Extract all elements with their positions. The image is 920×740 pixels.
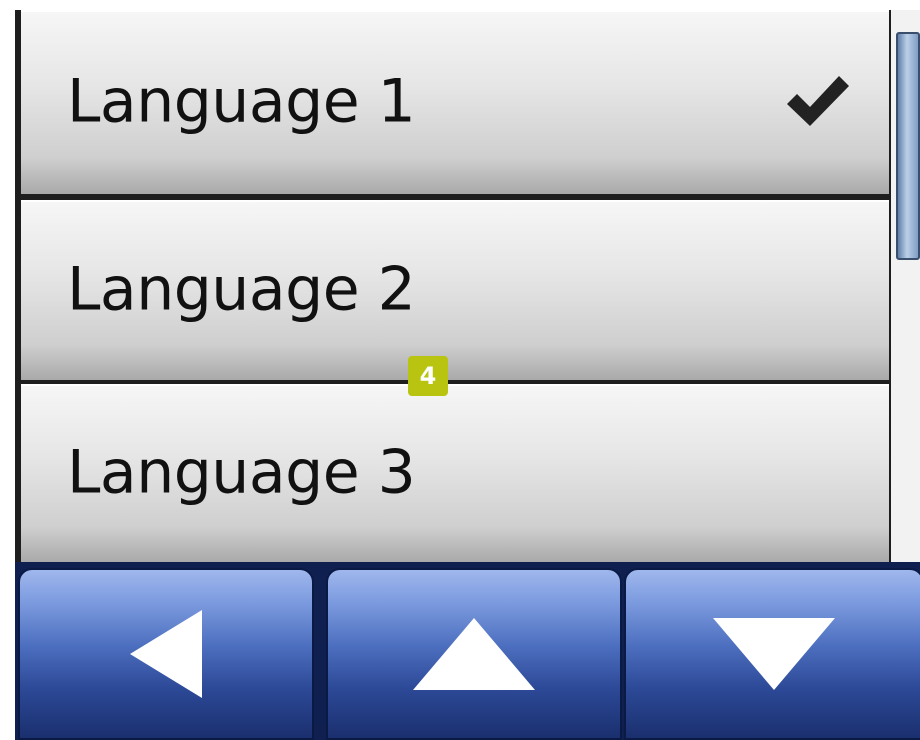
down-button[interactable] [624, 568, 920, 740]
language-item-2[interactable]: Language 2 [21, 200, 889, 380]
scrollbar[interactable] [891, 10, 920, 562]
language-list: Language 1 Language 2 Language 3 [15, 10, 891, 562]
navigation-bar [15, 562, 920, 740]
language-item-1[interactable]: Language 1 [21, 10, 889, 194]
triangle-down-icon [713, 618, 835, 690]
triangle-left-icon [130, 610, 202, 698]
scrollbar-thumb[interactable] [896, 32, 920, 260]
language-label: Language 2 [67, 254, 416, 325]
language-item-3[interactable]: Language 3 [21, 384, 889, 562]
language-label: Language 1 [67, 66, 416, 137]
language-label: Language 3 [67, 437, 416, 508]
up-button[interactable] [326, 568, 622, 740]
back-button[interactable] [18, 568, 314, 740]
triangle-up-icon [413, 618, 535, 690]
checkmark-icon [783, 72, 853, 134]
callout-badge: 4 [408, 356, 448, 396]
